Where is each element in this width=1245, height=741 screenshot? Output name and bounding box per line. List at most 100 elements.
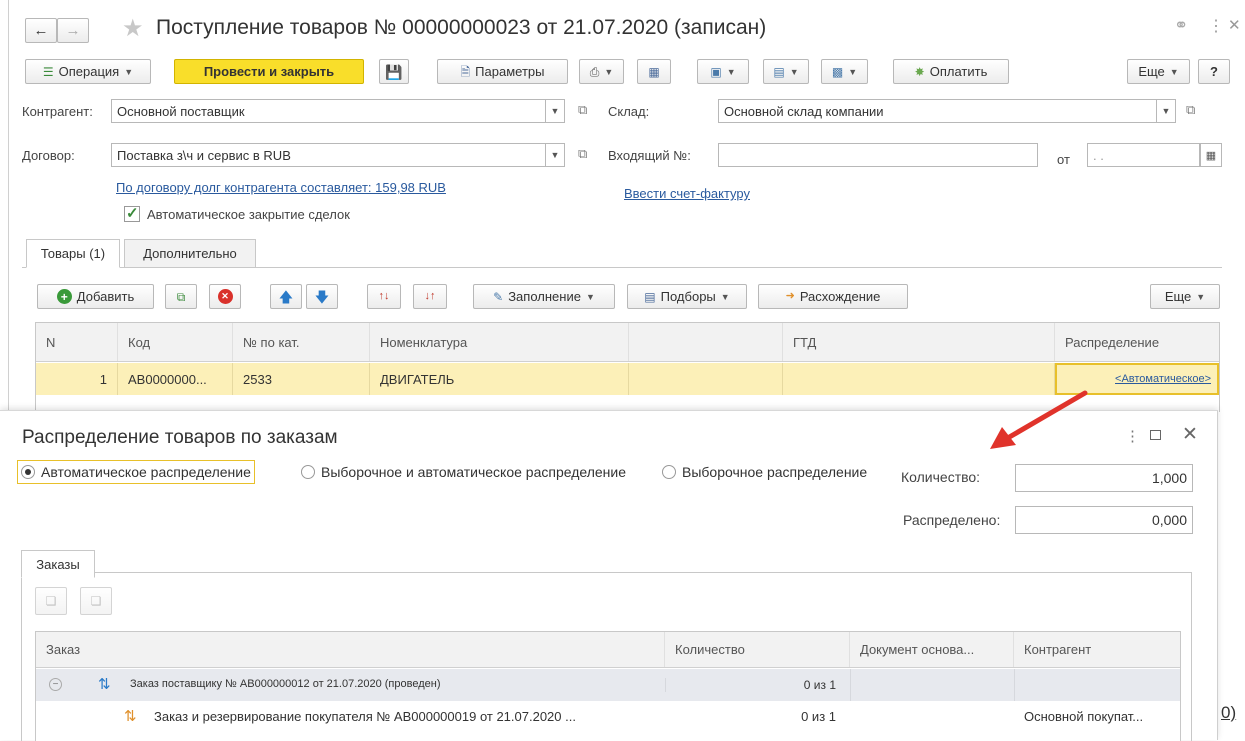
post-and-close-button[interactable]: Провести и закрыть xyxy=(174,59,364,84)
delete-icon: ✕ xyxy=(217,289,233,304)
column-header-gtd[interactable]: ГТД xyxy=(783,323,1055,361)
move-down-button[interactable]: 🡇 xyxy=(306,284,338,309)
close-icon[interactable]: ✕ xyxy=(1228,16,1241,34)
star-icon[interactable]: ★ xyxy=(122,14,144,43)
column-header-quantity[interactable]: Количество xyxy=(665,632,850,667)
auto-close-label: Автоматическое закрытие сделок xyxy=(147,207,350,222)
column-header-catalog-no[interactable]: № по кат. xyxy=(233,323,370,361)
counterparty-open-icon[interactable]: ⧉ xyxy=(578,102,587,118)
radio-auto-distribution[interactable]: Автоматическое распределение xyxy=(17,460,255,484)
orders-collapse-button[interactable]: ❏ xyxy=(80,587,112,615)
dialog-title: Распределение товаров по заказам xyxy=(22,427,338,448)
link-icon[interactable]: ⚭ xyxy=(1174,16,1188,36)
move-up-button[interactable]: 🡅 xyxy=(270,284,302,309)
enter-invoice-link[interactable]: Ввести счет-фактуру xyxy=(624,186,750,201)
column-header-extra[interactable] xyxy=(629,323,783,361)
contract-debt-link[interactable]: По договору долг контрагента составляет:… xyxy=(116,180,446,195)
structure-button[interactable]: ▦ xyxy=(637,59,671,84)
parameters-button[interactable]: 🗎 Параметры xyxy=(437,59,568,84)
contract-field[interactable]: Поставка з\ч и сервис в RUB xyxy=(111,143,546,167)
counterparty-dropdown[interactable]: ▼ xyxy=(546,99,565,123)
from-date-field[interactable]: . . xyxy=(1087,143,1200,167)
warehouse-dropdown[interactable]: ▼ xyxy=(1157,99,1176,123)
counterparty-field[interactable]: Основной поставщик xyxy=(111,99,546,123)
operation-button[interactable]: ☰ Операция ▼ xyxy=(25,59,151,84)
chevron-down-icon: ▼ xyxy=(124,66,134,77)
add-button[interactable]: + Добавить xyxy=(37,284,154,309)
tab-orders[interactable]: Заказы xyxy=(21,550,95,578)
sort-desc-button[interactable]: ↓↑ xyxy=(413,284,447,309)
more-vert-icon[interactable]: ⋮ xyxy=(1208,16,1224,36)
dialog-more-vert-icon[interactable]: ⋮ xyxy=(1125,427,1140,445)
row-code: АВ0000000... xyxy=(118,363,233,395)
orders-table-header: Заказ Количество Документ основа... Конт… xyxy=(36,632,1180,668)
supplier-order-quantity: 0 из 1 xyxy=(665,678,850,692)
selections-button[interactable]: ▤ Подборы ▼ xyxy=(627,284,747,309)
goods-more-button[interactable]: Еще ▼ xyxy=(1150,284,1220,309)
column-header-base-document[interactable]: Документ основа... xyxy=(850,632,1014,667)
radio-selective-auto-distribution[interactable]: Выборочное и автоматическое распределени… xyxy=(301,462,626,482)
calendar-button[interactable]: ▦ xyxy=(1200,143,1222,167)
arrow-left-icon: ← xyxy=(33,22,49,39)
maximize-icon[interactable] xyxy=(1150,430,1161,440)
supplier-order-document xyxy=(850,669,1014,701)
radio-selective-distribution[interactable]: Выборочное распределение xyxy=(662,462,867,482)
arrow-down-icon: 🡇 xyxy=(314,288,330,305)
column-header-counterparty[interactable]: Контрагент xyxy=(1014,632,1182,667)
more-label: Еще xyxy=(1138,64,1165,79)
back-button[interactable]: ← xyxy=(25,18,57,43)
orders-table: Заказ Количество Документ основа... Конт… xyxy=(35,631,1181,741)
column-header-order[interactable]: Заказ xyxy=(36,632,665,667)
help-button[interactable]: ? xyxy=(1198,59,1230,84)
delete-row-button[interactable]: ✕ xyxy=(209,284,241,309)
column-header-n[interactable]: N xyxy=(36,323,118,361)
sort-asc-button[interactable]: ↑↓ xyxy=(367,284,401,309)
contract-dropdown[interactable]: ▼ xyxy=(546,143,565,167)
contract-open-icon[interactable]: ⧉ xyxy=(578,146,587,162)
distribution-link[interactable]: <Автоматическое> xyxy=(1115,373,1211,385)
column-header-distribution[interactable]: Распределение xyxy=(1055,323,1219,361)
pay-button[interactable]: ✸ Оплатить xyxy=(893,59,1009,84)
tab-goods[interactable]: Товары (1) xyxy=(26,239,120,268)
print-button[interactable]: ⎙ ▼ xyxy=(579,59,624,84)
chevron-down-icon: ▼ xyxy=(726,66,736,77)
collapse-group-icon[interactable]: − xyxy=(49,678,62,691)
chart-icon: ▩ xyxy=(831,64,844,79)
warehouse-field[interactable]: Основной склад компании xyxy=(718,99,1157,123)
quantity-field[interactable]: 1,000 xyxy=(1015,464,1193,492)
column-header-nomenclature[interactable]: Номенклатура xyxy=(370,323,629,361)
distributed-field[interactable]: 0,000 xyxy=(1015,506,1193,534)
dialog-close-icon[interactable]: ✕ xyxy=(1182,423,1198,446)
discrepancy-button[interactable]: ➜ Расхождение xyxy=(758,284,908,309)
chevron-down-icon: ▼ xyxy=(1161,106,1171,116)
customer-order-text: Заказ и резервирование покупателя № АВ00… xyxy=(154,709,576,724)
create-based-button[interactable]: ▣ ▼ xyxy=(697,59,749,84)
more-button[interactable]: Еще ▼ xyxy=(1127,59,1190,84)
stack-icon: ❏ xyxy=(45,594,57,608)
table-row[interactable]: − ⇅ Заказ поставщику № АВ000000012 от 21… xyxy=(36,669,1180,701)
stack-check-icon: ❏ xyxy=(90,594,102,608)
save-button[interactable]: 💾 xyxy=(379,59,409,84)
radio-unselected-icon xyxy=(662,465,676,479)
warehouse-label: Склад: xyxy=(608,104,650,119)
orders-expand-button[interactable]: ❏ xyxy=(35,587,67,615)
discrepancy-icon: ➜ xyxy=(785,290,795,302)
goods-table-header: N Код № по кат. Номенклатура ГТД Распред… xyxy=(36,323,1219,362)
chevron-down-icon: ▼ xyxy=(720,291,730,302)
radio-selected-icon xyxy=(21,465,35,479)
incoming-number-field[interactable] xyxy=(718,143,1038,167)
copy-row-button[interactable]: ⧉ xyxy=(165,284,197,309)
tab-additional[interactable]: Дополнительно xyxy=(124,239,256,268)
radio-auto-label: Автоматическое распределение xyxy=(41,464,251,480)
fill-button[interactable]: ✎ Заполнение ▼ xyxy=(473,284,615,309)
related-docs-button[interactable]: ▤ ▼ xyxy=(763,59,809,84)
chevron-down-icon: ▼ xyxy=(1169,66,1179,77)
reports-button[interactable]: ▩ ▼ xyxy=(821,59,868,84)
forward-button[interactable]: → xyxy=(57,18,89,43)
distributed-label: Распределено: xyxy=(903,512,1001,528)
warehouse-open-icon[interactable]: ⧉ xyxy=(1186,102,1195,118)
table-row[interactable]: ⇅ Заказ и резервирование покупателя № АВ… xyxy=(36,701,1180,733)
auto-close-checkbox[interactable]: ✓ xyxy=(124,205,140,222)
column-header-code[interactable]: Код xyxy=(118,323,233,361)
annotation-arrow-line xyxy=(1003,390,1088,442)
